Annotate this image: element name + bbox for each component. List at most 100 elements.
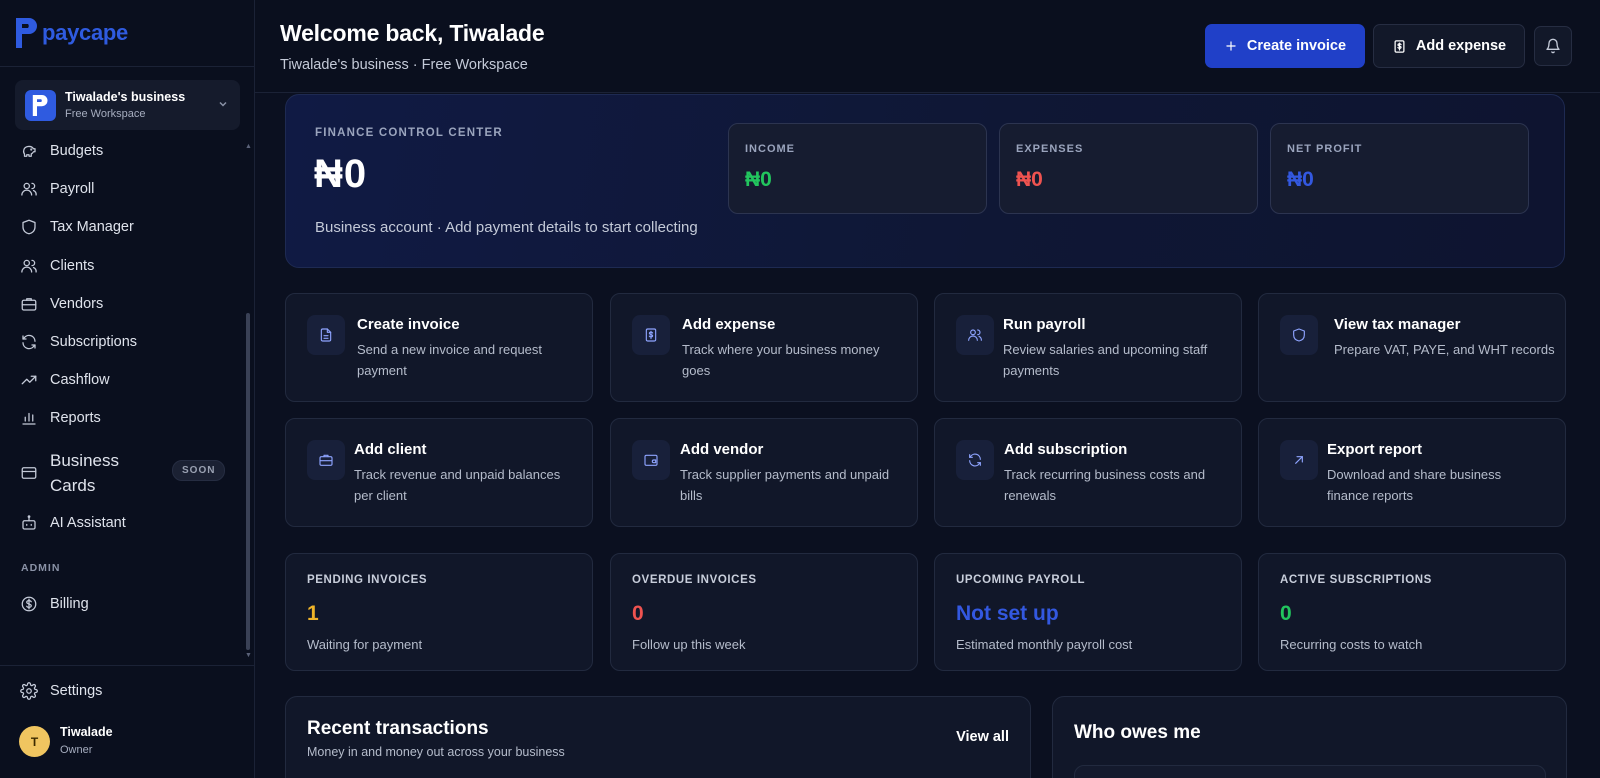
finance-control-center: FINANCE CONTROL CENTER ₦0 Business accou…	[285, 94, 1565, 268]
action-title: Add expense	[682, 316, 776, 333]
page-title: Welcome back, Tiwalade	[280, 20, 545, 46]
button-label: Create invoice	[1246, 38, 1347, 54]
notifications-button[interactable]	[1534, 26, 1572, 66]
action-title: Create invoice	[357, 316, 460, 333]
recent-transactions-panel: Recent transactions Money in and money o…	[285, 696, 1031, 778]
sidebar-item-budgets[interactable]: Budgets	[20, 142, 103, 160]
scroll-down-arrow[interactable]: ▼	[245, 652, 252, 659]
business-switcher[interactable]: Tiwalade's business Free Workspace	[15, 80, 240, 130]
action-title: View tax manager	[1334, 316, 1461, 333]
action-description-line: Track recurring business costs and	[1004, 467, 1206, 482]
action-icon-wrap	[956, 440, 994, 480]
bot-icon	[22, 515, 36, 530]
sidebar-item-label: Cashflow	[50, 372, 110, 388]
sidebar: paycape Tiwalade's business Free Workspa…	[0, 0, 255, 778]
net-profit-card: NET PROFIT ₦0	[1270, 123, 1529, 214]
action-icon-wrap	[307, 315, 345, 355]
sidebar-item-settings[interactable]: Settings	[20, 682, 102, 700]
metric-value: 1	[307, 602, 319, 625]
business-avatar	[25, 89, 56, 121]
sidebar-item-business-cards[interactable]: Business Cards	[20, 448, 119, 498]
sidebar-item-cashflow[interactable]: Cashflow	[20, 371, 110, 389]
action-description-line: finance reports	[1327, 487, 1413, 503]
action-description-line: goes	[682, 362, 711, 378]
sidebar-item-tax-manager[interactable]: Tax Manager	[20, 218, 134, 236]
sidebar-item-label: Settings	[50, 683, 103, 699]
bell-icon	[1546, 38, 1560, 54]
action-icon-wrap	[1280, 315, 1318, 355]
divider	[0, 665, 255, 666]
income-value: ₦0	[745, 168, 772, 191]
net-profit-label: NET PROFIT	[1287, 143, 1363, 155]
sidebar-item-label: Clients	[50, 258, 95, 274]
refresh-icon	[969, 453, 981, 467]
metric-label: UPCOMING PAYROLL	[956, 574, 1086, 586]
action-add-subscription[interactable]: Add subscription Track recurring busines…	[934, 418, 1242, 527]
view-all-link[interactable]: View all	[956, 729, 1009, 745]
expenses-card: EXPENSES ₦0	[999, 123, 1258, 214]
add-expense-button[interactable]: Add expense	[1373, 24, 1525, 68]
brand-logo[interactable]: paycape	[16, 18, 128, 48]
action-description-line: Track revenue and unpaid balances	[354, 467, 561, 482]
account-note: Business account · Add payment details t…	[315, 219, 698, 236]
sidebar-item-billing[interactable]: Billing	[20, 595, 89, 613]
action-add-vendor[interactable]: Add vendor Track supplier payments and u…	[610, 418, 918, 527]
sidebar-item-reports[interactable]: Reports	[20, 409, 101, 427]
shield-icon	[1293, 328, 1305, 342]
action-add-client[interactable]: Add client Track revenue and unpaid bala…	[285, 418, 593, 527]
sidebar-item-payroll[interactable]: Payroll	[20, 180, 94, 198]
action-export-report[interactable]: Export report Download and share busines…	[1258, 418, 1566, 527]
action-run-payroll[interactable]: Run payroll Review salaries and upcoming…	[934, 293, 1242, 402]
income-label: INCOME	[745, 143, 795, 155]
metric-description: Recurring costs to watch	[1280, 637, 1423, 652]
sidebar-item-label: AI Assistant	[50, 515, 126, 531]
expenses-label: EXPENSES	[1016, 143, 1084, 155]
action-description: Prepare VAT, PAYE, and WHT records	[1334, 340, 1555, 361]
action-description-line: Track supplier payments and unpaid	[680, 467, 890, 482]
action-description: Track where your business money goes	[682, 340, 880, 381]
business-plan: Free Workspace	[65, 108, 146, 120]
sidebar-item-label: Business Cards	[50, 448, 119, 498]
action-description-line: Review salaries and upcoming staff	[1003, 342, 1208, 357]
users-icon	[21, 182, 37, 196]
piggy-bank-icon	[22, 145, 36, 157]
action-description: Send a new invoice and request payment	[357, 340, 542, 381]
briefcase-icon	[21, 298, 37, 311]
wallet-icon	[644, 454, 658, 466]
action-icon-wrap	[1280, 440, 1318, 480]
soon-badge: SOON	[172, 460, 226, 481]
debtor-list	[1074, 765, 1546, 778]
paycape-logo-icon	[16, 18, 37, 48]
action-title: Add subscription	[1004, 441, 1128, 458]
gear-icon	[20, 682, 38, 700]
active-subscriptions-card: ACTIVE SUBSCRIPTIONS 0 Recurring costs t…	[1258, 553, 1566, 671]
metric-description: Follow up this week	[632, 637, 746, 652]
action-view-tax-manager[interactable]: View tax manager Prepare VAT, PAYE, and …	[1258, 293, 1566, 402]
action-add-expense[interactable]: Add expense Track where your business mo…	[610, 293, 918, 402]
action-title: Export report	[1327, 441, 1423, 458]
brand-name: paycape	[42, 20, 128, 45]
metric-label: OVERDUE INVOICES	[632, 574, 757, 586]
document-icon	[320, 328, 332, 342]
card-icon	[21, 467, 37, 479]
bar-chart-icon	[22, 412, 36, 425]
briefcase-icon	[319, 454, 333, 466]
page-subtitle: Tiwalade's business · Free Workspace	[280, 57, 528, 73]
sidebar-scrollbar[interactable]	[246, 313, 250, 650]
sidebar-item-vendors[interactable]: Vendors	[20, 295, 103, 313]
sidebar-item-subscriptions[interactable]: Subscriptions	[20, 333, 137, 351]
action-create-invoice[interactable]: Create invoice Send a new invoice and re…	[285, 293, 593, 402]
panel-title: Who owes me	[1074, 722, 1201, 743]
receipt-icon	[645, 328, 657, 342]
user-avatar[interactable]: T	[19, 726, 50, 757]
action-description-line: payments	[1003, 362, 1060, 378]
users-icon	[968, 329, 982, 341]
sidebar-item-clients[interactable]: Clients	[20, 257, 94, 275]
dollar-circle-icon	[21, 596, 37, 612]
create-invoice-button[interactable]: Create invoice	[1205, 24, 1365, 68]
scroll-up-arrow[interactable]: ▲	[245, 143, 252, 150]
action-description: Track recurring business costs and renewa…	[1004, 465, 1205, 506]
sidebar-item-ai-assistant[interactable]: AI Assistant	[20, 514, 126, 532]
plus-icon	[1226, 41, 1236, 51]
user-name: Tiwalade	[60, 725, 113, 739]
